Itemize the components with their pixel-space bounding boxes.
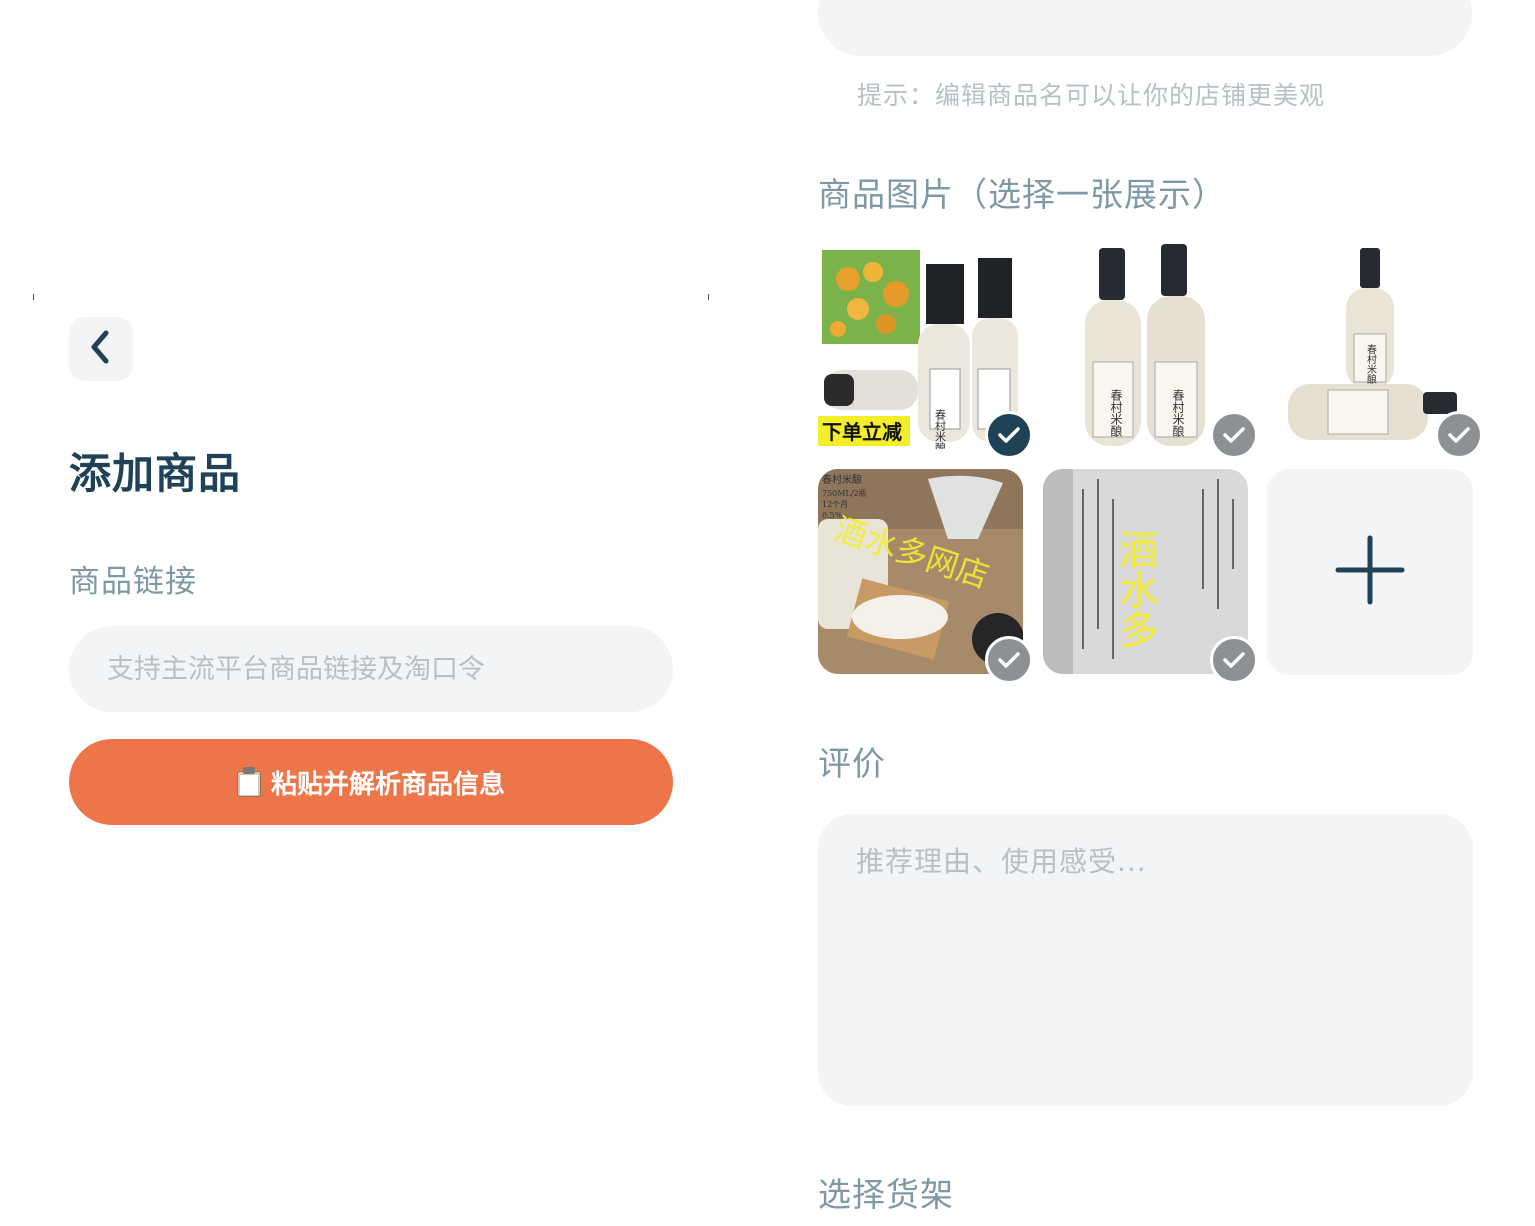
divider-mark <box>708 294 709 300</box>
check-icon <box>1448 427 1470 443</box>
svg-text:12个月: 12个月 <box>822 500 848 509</box>
check-icon <box>1223 652 1245 668</box>
svg-text:春村米酿: 春村米酿 <box>1171 389 1185 438</box>
clipboard-icon <box>236 767 261 797</box>
image-4-select-checkbox[interactable] <box>985 636 1033 684</box>
product-detail-form: 提示：编辑商品名可以让你的店铺更美观 商品图片（选择一张展示） 春村米酿 下单立… <box>760 0 1535 1226</box>
paste-parse-label: 粘贴并解析商品信息 <box>270 769 505 800</box>
chevron-left-icon <box>86 329 116 369</box>
product-link-input[interactable] <box>69 626 673 712</box>
svg-text:酒水多: 酒水多 <box>1112 529 1158 649</box>
plus-icon <box>1334 534 1406 610</box>
svg-text:750ML/2瓶: 750ML/2瓶 <box>822 488 867 498</box>
svg-text:春村米酿: 春村米酿 <box>1365 344 1377 385</box>
check-icon <box>1223 427 1245 443</box>
svg-text:下单立减: 下单立减 <box>822 420 902 444</box>
images-label: 商品图片（选择一张展示） <box>818 175 1226 214</box>
image-1-select-checkbox[interactable] <box>985 411 1033 459</box>
review-label: 评价 <box>818 744 886 783</box>
svg-text:春村米酿: 春村米酿 <box>822 473 862 486</box>
svg-text:春村米酿: 春村米酿 <box>1109 389 1123 438</box>
review-textarea[interactable] <box>818 814 1473 1106</box>
name-hint: 提示：编辑商品名可以让你的店铺更美观 <box>857 81 1326 110</box>
page-title: 添加商品 <box>69 449 242 498</box>
shelf-label: 选择货架 <box>818 1175 954 1214</box>
check-icon <box>998 427 1020 443</box>
image-3-select-checkbox[interactable] <box>1435 411 1483 459</box>
link-label: 商品链接 <box>69 564 197 600</box>
add-image-button[interactable] <box>1267 469 1473 675</box>
image-5-select-checkbox[interactable] <box>1210 636 1258 684</box>
image-2-select-checkbox[interactable] <box>1210 411 1258 459</box>
svg-text:春村米酿: 春村米酿 <box>934 409 947 449</box>
check-icon <box>998 652 1020 668</box>
add-product-screen: 添加商品 商品链接 粘贴并解析商品信息 <box>0 0 745 1226</box>
back-button[interactable] <box>69 317 133 381</box>
divider-mark <box>33 294 34 300</box>
paste-parse-button[interactable]: 粘贴并解析商品信息 <box>69 739 673 825</box>
product-name-input[interactable] <box>818 0 1472 56</box>
